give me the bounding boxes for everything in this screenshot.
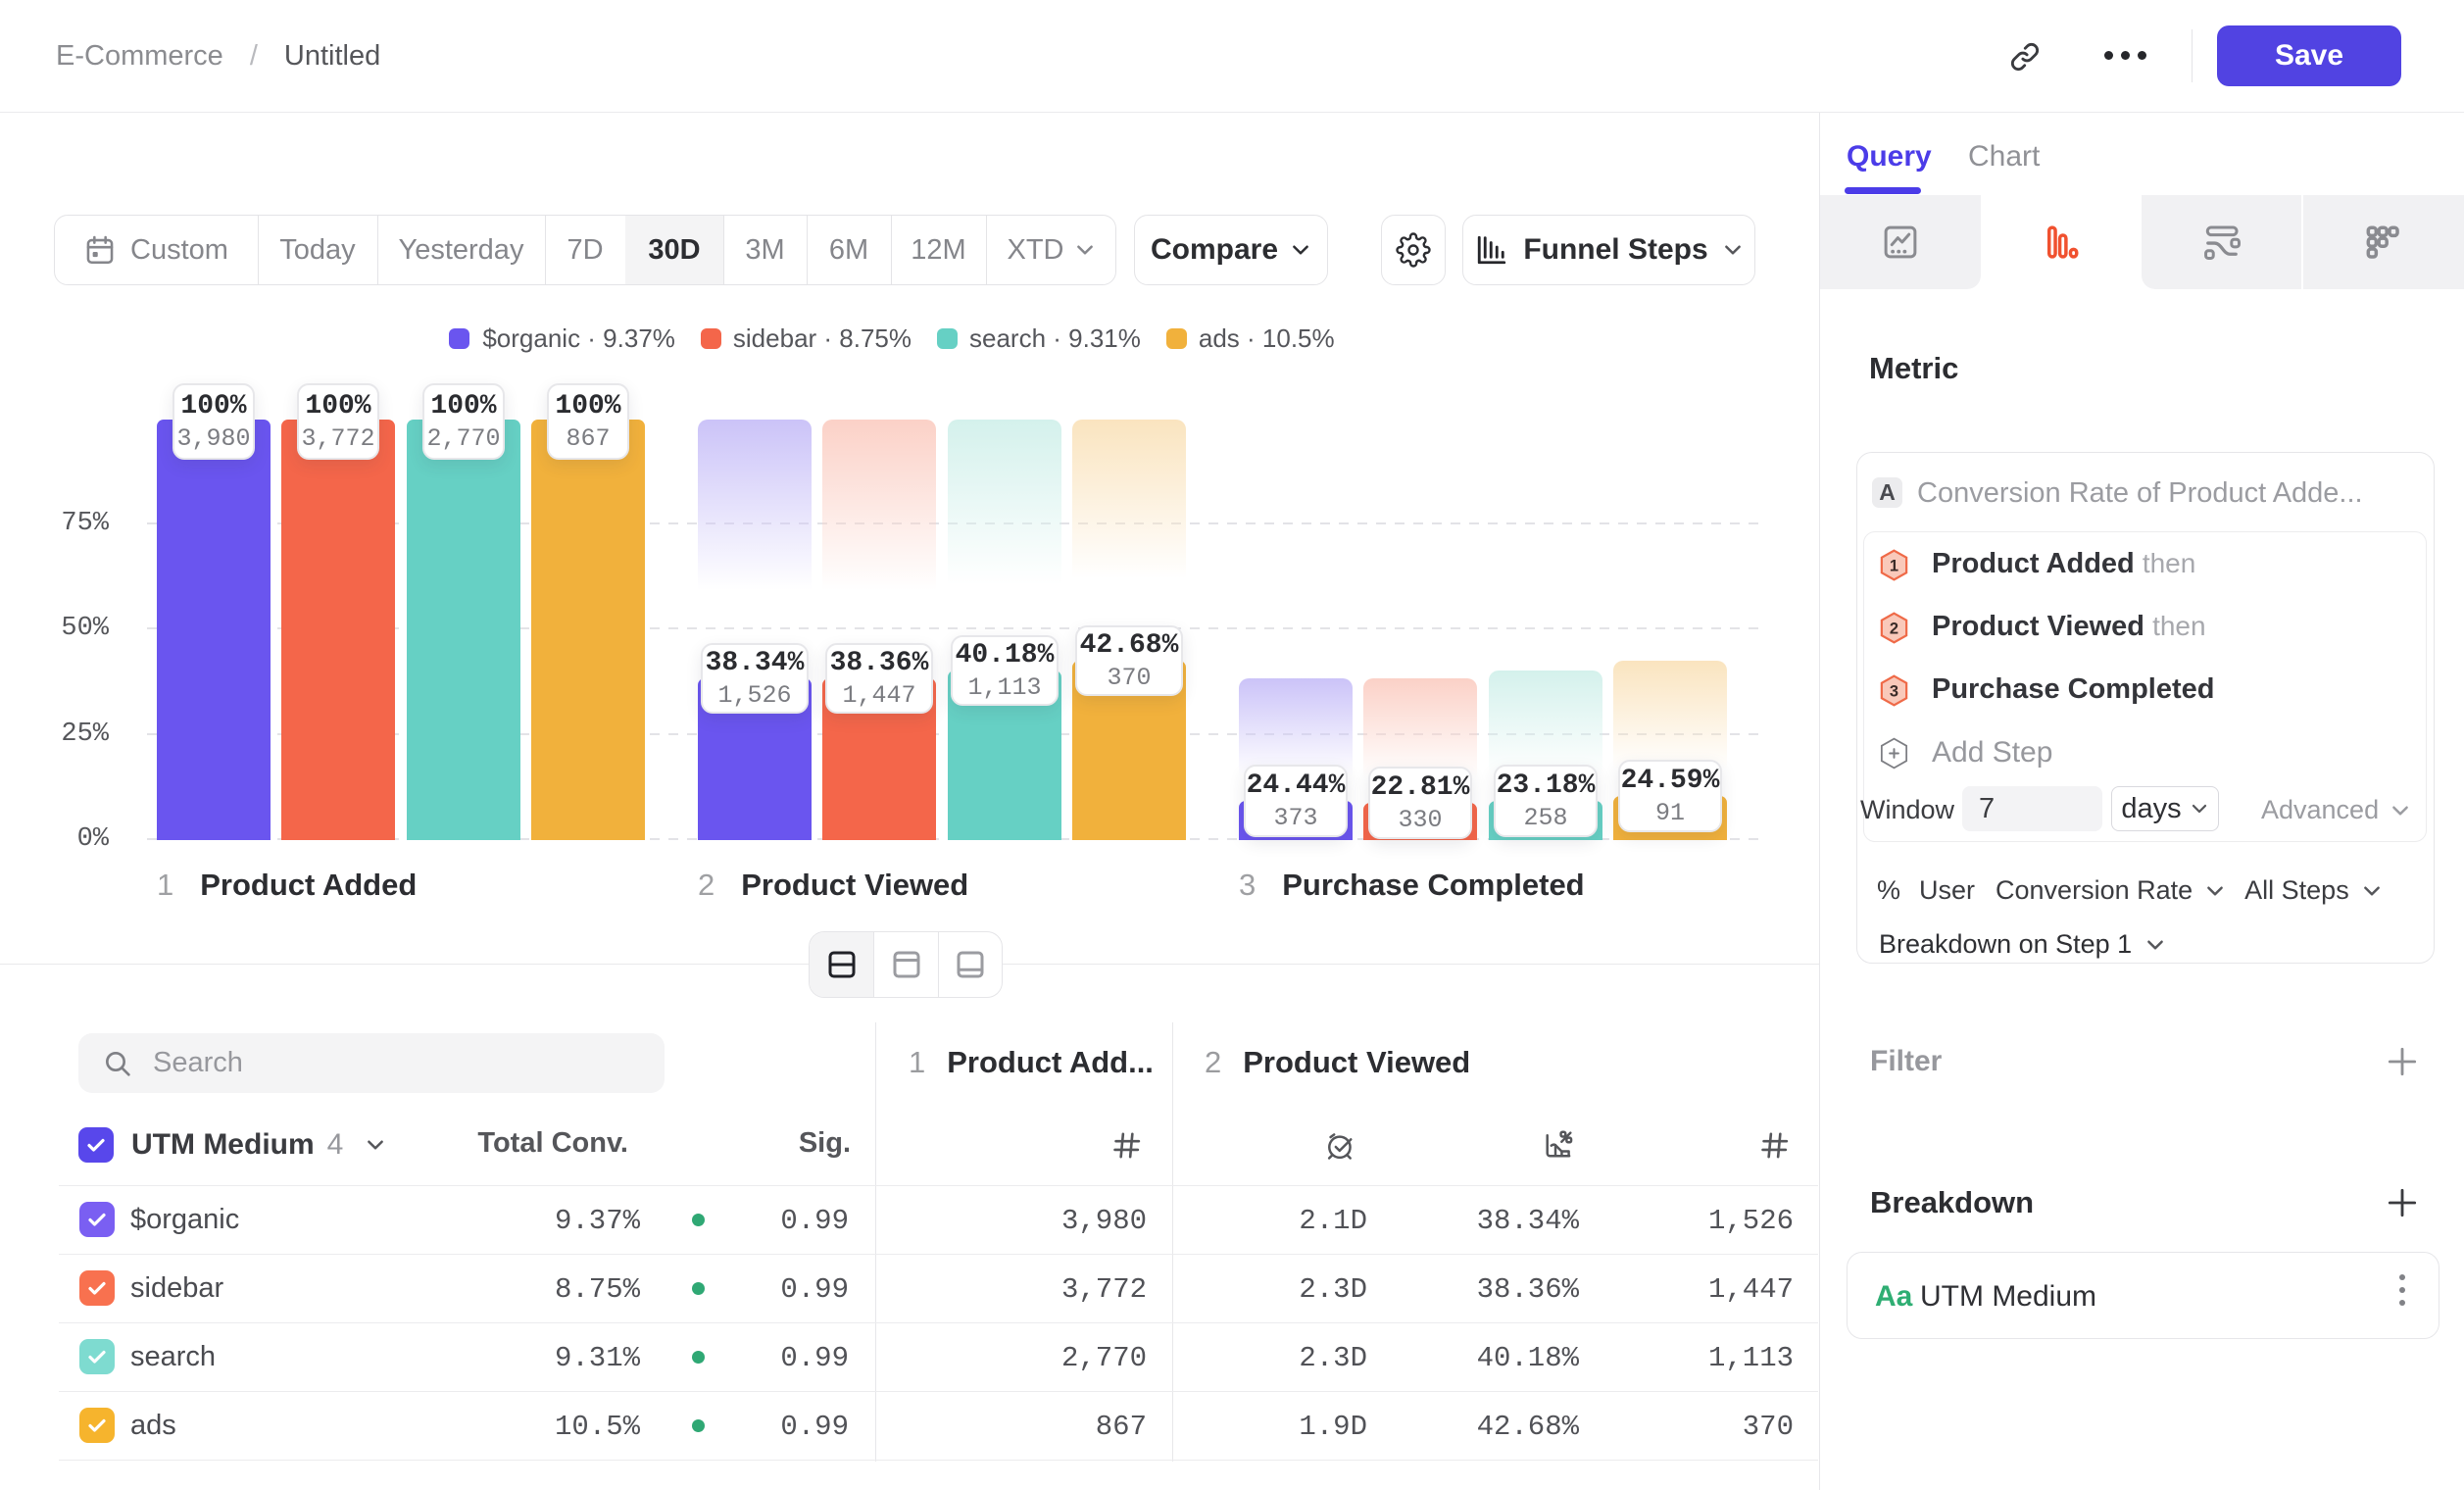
svg-text:2: 2 (1890, 621, 1898, 638)
svg-text:1: 1 (1890, 558, 1898, 575)
svg-text:3: 3 (1890, 683, 1898, 701)
